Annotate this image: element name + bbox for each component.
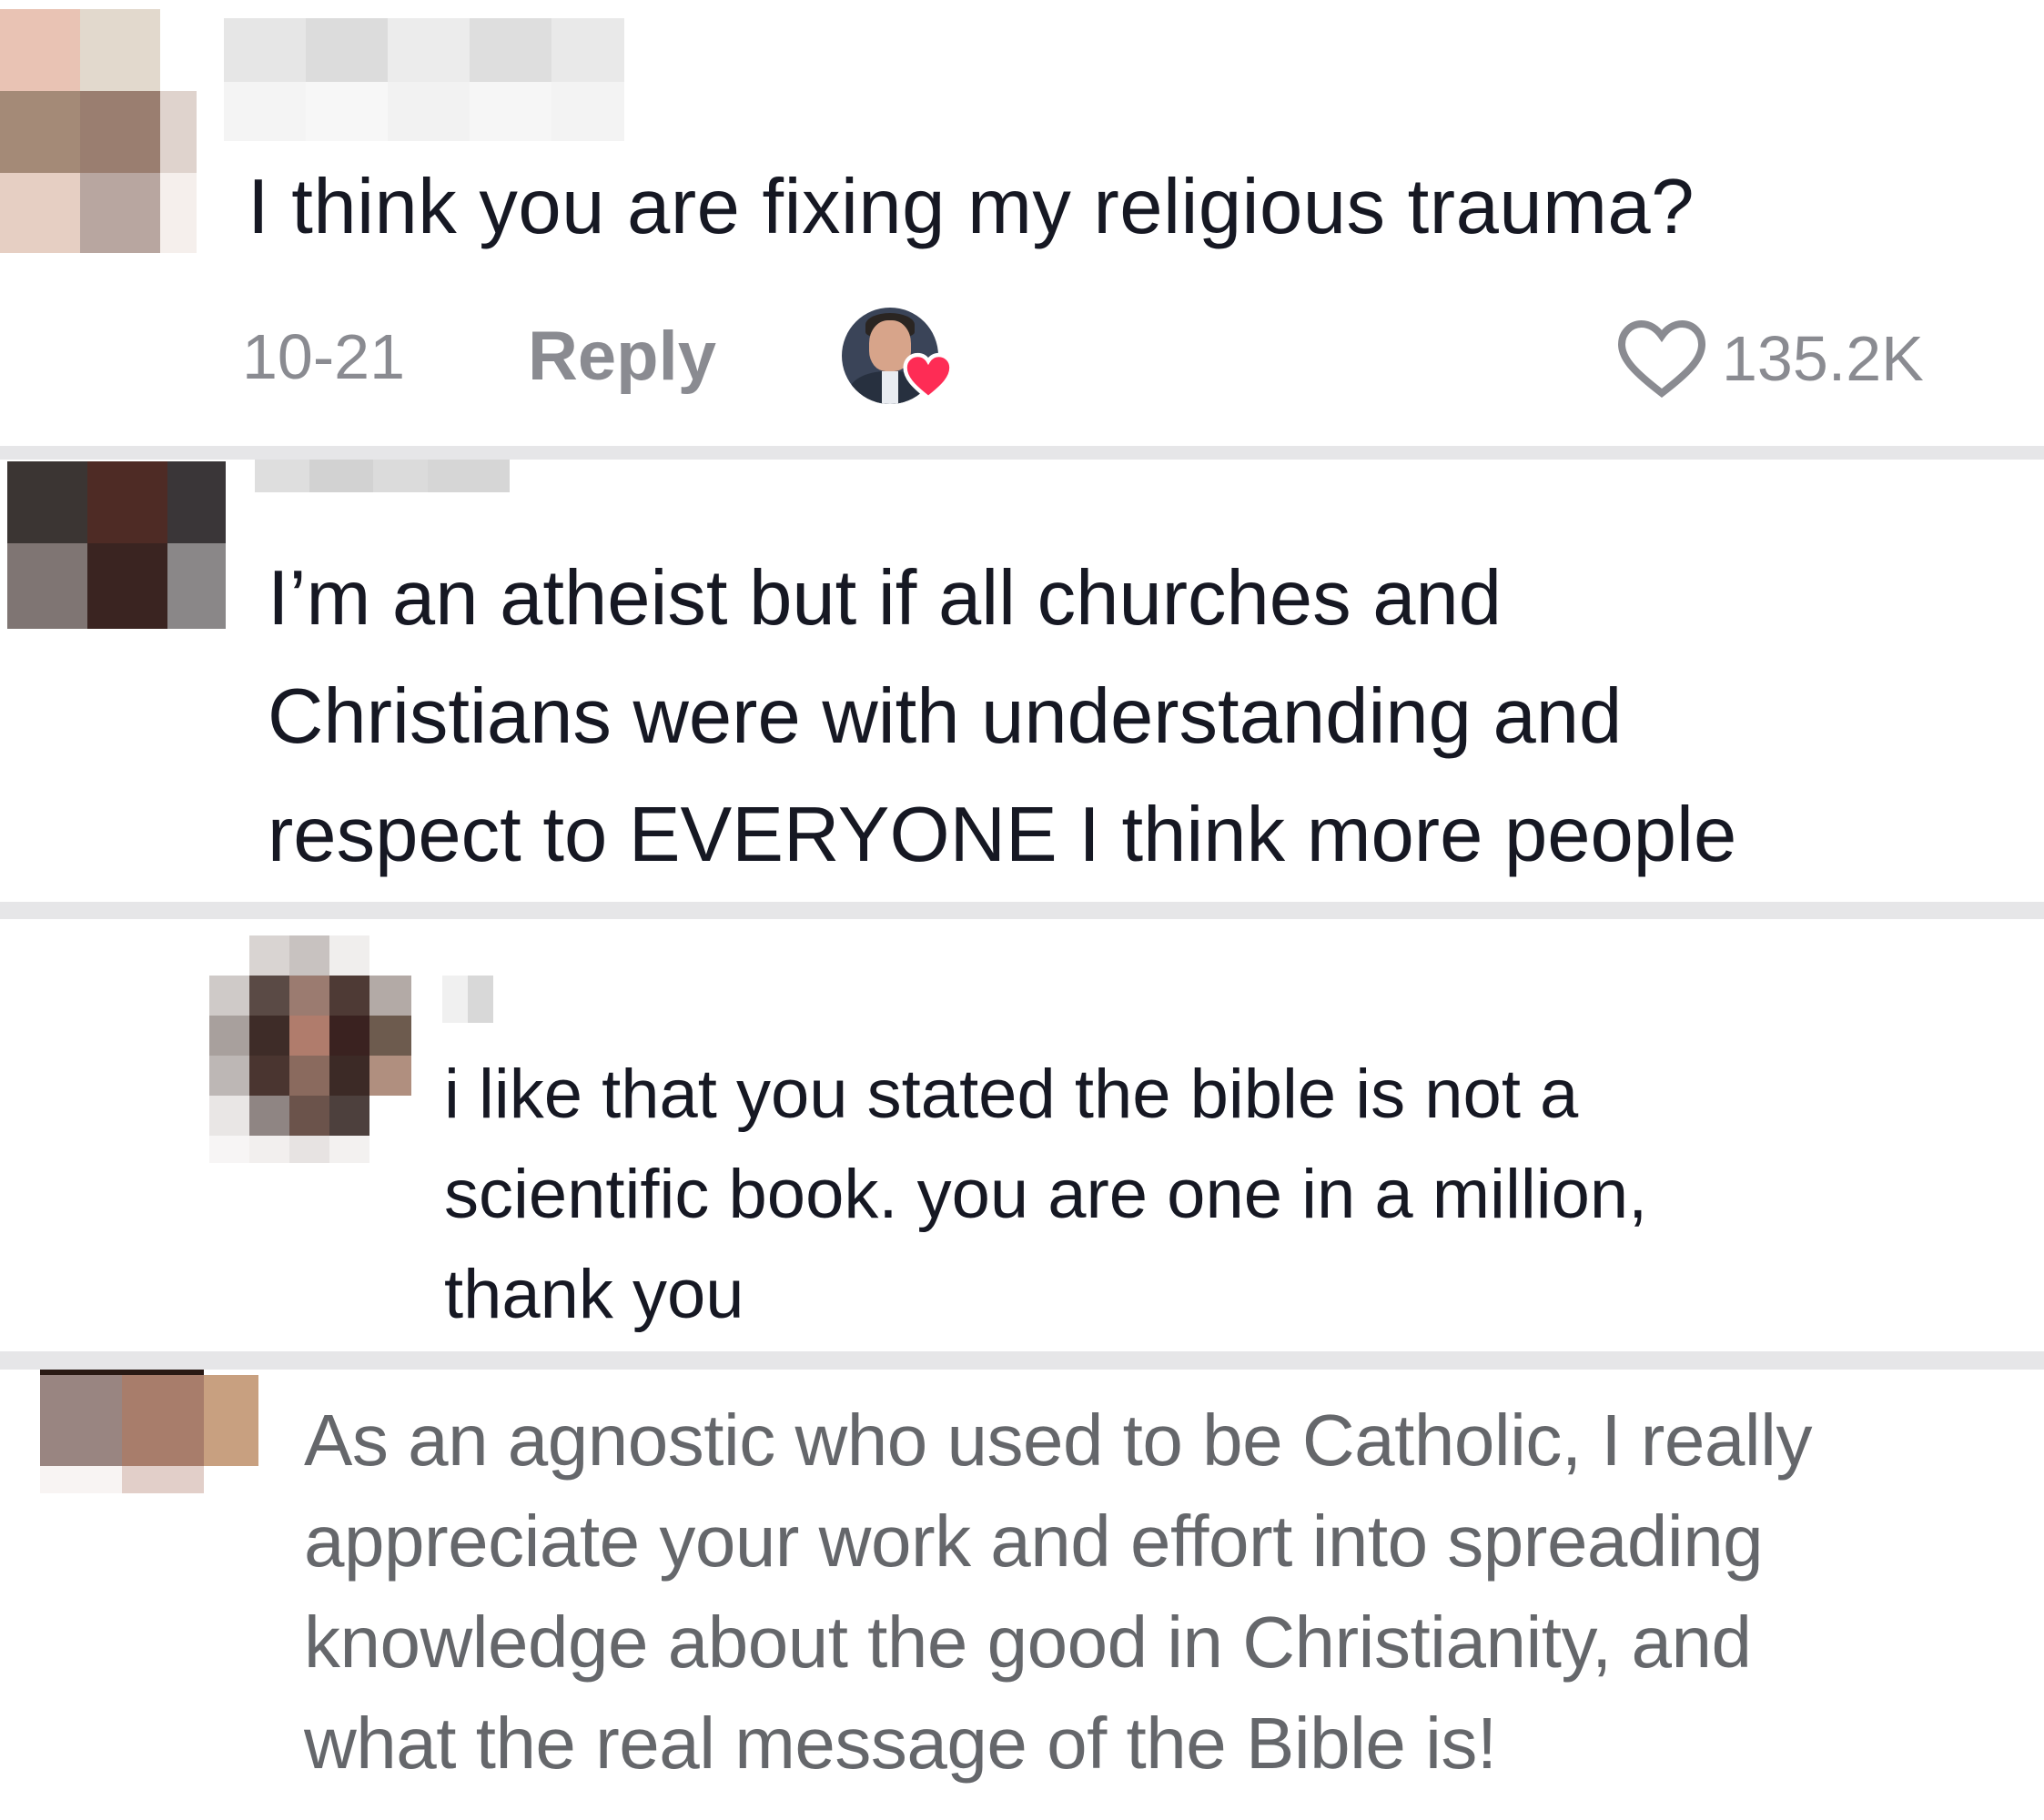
comment-item: As an agnostic who used to be Catholic, … [0,1370,2044,1820]
comment-text: i like that you stated the bible is not … [444,1056,1648,1333]
avatar[interactable] [0,9,197,253]
comment-item: I think you are fixing my religious trau… [0,0,2044,446]
comment-item: I’m an atheist but if all churches and C… [0,460,2044,902]
username-redacted[interactable] [442,976,493,1023]
heart-outline-icon [1617,319,1706,399]
heart-filled-icon [903,352,954,400]
avatar[interactable] [40,1370,258,1493]
avatar[interactable] [209,935,411,1163]
divider [0,902,2044,919]
like-count: 135.2K [1722,323,1924,394]
like-button[interactable]: 135.2K [1614,317,1924,400]
comment-date: 10-21 [242,321,406,392]
reply-button[interactable]: Reply [528,318,716,395]
comment-text: I’m an atheist but if all churches and C… [268,555,1737,878]
avatar[interactable] [7,461,226,629]
divider [0,1351,2044,1370]
comment-text: As an agnostic who used to be Catholic, … [304,1400,1812,1784]
divider [0,446,2044,460]
reply-item: i like that you stated the bible is not … [0,919,2044,1351]
comment-text: I think you are fixing my religious trau… [248,164,1695,250]
username-redacted[interactable] [255,460,510,492]
username-redacted[interactable] [224,18,624,141]
